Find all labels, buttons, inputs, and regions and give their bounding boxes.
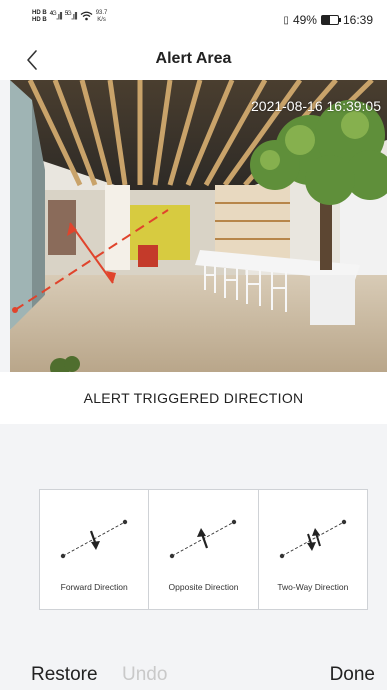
- option-two-way-direction[interactable]: Two-Way Direction: [259, 490, 367, 609]
- signal-icon-2: 5G.ıll: [64, 11, 78, 23]
- speed-value: 93.7: [95, 10, 108, 16]
- nav-bar: Alert Area: [0, 40, 387, 80]
- camera-preview[interactable]: 2021-08-16 16:39:05: [10, 80, 387, 372]
- vibrate-icon: ▯: [283, 14, 289, 26]
- status-bar: HD B HD B 4G.ıll 5G.ıll 93.7 K/s ▯ 49% 1…: [0, 0, 387, 40]
- network-speed: 93.7 K/s: [96, 10, 108, 24]
- status-time: 16:39: [342, 13, 373, 27]
- opposite-direction-icon: [170, 519, 237, 559]
- section-title: ALERT TRIGGERED DIRECTION: [83, 390, 304, 406]
- hd-label-2: HD B: [32, 17, 47, 23]
- battery-icon: [320, 15, 341, 25]
- option-label: Forward Direction: [60, 582, 128, 592]
- battery-percent: 49%: [292, 13, 317, 27]
- direction-options: Forward Direction Opposite Direction Two…: [39, 489, 368, 610]
- forward-direction-icon: [60, 519, 128, 559]
- hd-label-1: HD B: [32, 10, 47, 16]
- footer-toolbar: Restore Undo Done: [0, 656, 387, 690]
- page-title: Alert Area: [155, 50, 232, 67]
- camera-timestamp: 2021-08-16 16:39:05: [251, 98, 381, 114]
- undo-button[interactable]: Undo: [122, 664, 167, 686]
- done-button[interactable]: Done: [330, 664, 375, 686]
- hd-indicator: HD B HD B: [32, 10, 47, 24]
- two-way-direction-icon: [279, 519, 346, 559]
- status-right: ▯ 49% 16:39: [283, 13, 373, 27]
- option-opposite-direction[interactable]: Opposite Direction: [149, 490, 259, 609]
- option-label: Two-Way Direction: [277, 582, 349, 592]
- restore-button[interactable]: Restore: [31, 664, 98, 686]
- speed-unit: K/s: [97, 17, 106, 23]
- signal-icon: 4G.ıll: [49, 11, 63, 23]
- option-label: Opposite Direction: [168, 582, 239, 592]
- battery-fill: [321, 16, 330, 24]
- status-left: HD B HD B 4G.ıll 5G.ıll 93.7 K/s: [32, 10, 107, 24]
- camera-image: [10, 80, 387, 372]
- wifi-icon: [80, 11, 93, 24]
- option-forward-direction[interactable]: Forward Direction: [40, 490, 150, 609]
